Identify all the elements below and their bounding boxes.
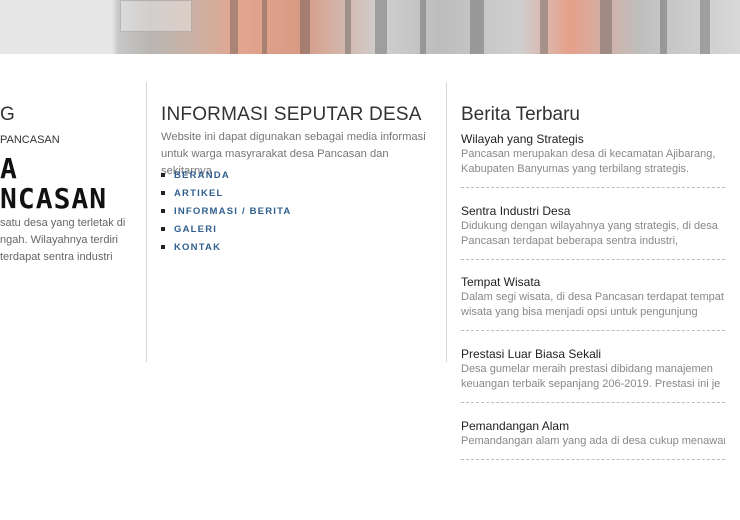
- banner-post: [230, 0, 238, 54]
- left-column-title: G: [0, 104, 15, 125]
- latest-news-title: Berita Terbaru: [461, 104, 580, 125]
- news-excerpt-line: Pemandangan alam yang ada di desa cukup …: [461, 435, 725, 447]
- nav-item-artikel: ARTIKEL: [161, 184, 291, 202]
- news-excerpt: Desa gumelar meraih prestasi dibidang ma…: [461, 362, 725, 392]
- news-item: Pemandangan Alam Pemandangan alam yang a…: [461, 418, 725, 460]
- news-item: Sentra Industri Desa Didukung dengan wil…: [461, 203, 725, 260]
- bullet-icon: [161, 227, 165, 231]
- news-excerpt-line: Pancasan terdapat beberapa sentra indust…: [461, 235, 679, 247]
- nav-link-beranda[interactable]: BERANDA: [174, 170, 230, 181]
- left-text-line: ngah. Wilayahnya terdiri: [0, 234, 119, 246]
- village-name-line2: NCASAN: [0, 182, 108, 215]
- news-separator: [461, 187, 725, 188]
- news-title[interactable]: Prestasi Luar Biasa Sekali: [461, 346, 725, 362]
- column-divider: [446, 82, 447, 362]
- news-title[interactable]: Sentra Industri Desa: [461, 203, 725, 219]
- info-section-title: INFORMASI SEPUTAR DESA: [161, 104, 422, 125]
- left-text-line: satu desa yang terletak di: [0, 217, 126, 229]
- banner-post: [262, 0, 267, 54]
- news-title[interactable]: Tempat Wisata: [461, 274, 725, 290]
- news-excerpt: Didukung dengan wilayahnya yang strategi…: [461, 219, 725, 249]
- nav-link-galeri[interactable]: GALERI: [174, 224, 217, 235]
- news-excerpt-line: wisata yang bisa menjadi opsi untuk peng…: [461, 306, 698, 318]
- banner-post: [660, 0, 667, 54]
- header-banner-image: [0, 0, 740, 54]
- village-name-line1: A: [0, 152, 18, 185]
- news-excerpt: Pancasan merupakan desa di kecamatan Aji…: [461, 147, 725, 177]
- news-item: Prestasi Luar Biasa Sekali Desa gumelar …: [461, 346, 725, 403]
- banner-post: [345, 0, 351, 54]
- nav-item-beranda: BERANDA: [161, 166, 291, 184]
- nav-item-kontak: KONTAK: [161, 238, 291, 256]
- news-excerpt: Dalam segi wisata, di desa Pancasan terd…: [461, 290, 725, 320]
- news-excerpt: Pemandangan alam yang ada di desa cukup …: [461, 434, 725, 449]
- banner-post: [470, 0, 484, 54]
- news-item: Tempat Wisata Dalam segi wisata, di desa…: [461, 274, 725, 331]
- bullet-icon: [161, 173, 165, 177]
- bullet-icon: [161, 245, 165, 249]
- news-excerpt-line: Pancasan merupakan desa di kecamatan Aji…: [461, 148, 716, 160]
- bullet-icon: [161, 209, 165, 213]
- bullet-icon: [161, 191, 165, 195]
- news-excerpt-line: Dalam segi wisata, di desa Pancasan terd…: [461, 291, 724, 303]
- left-column-text: satu desa yang terletak di ngah. Wilayah…: [0, 215, 140, 266]
- nav-item-informasi-berita: INFORMASI / BERITA: [161, 202, 291, 220]
- news-excerpt-line: Desa gumelar meraih prestasi dibidang ma…: [461, 363, 713, 375]
- news-excerpt-line: Didukung dengan wilayahnya yang strategi…: [461, 220, 718, 232]
- column-divider: [146, 82, 147, 362]
- left-column-subtitle: PANCASAN: [0, 134, 60, 146]
- news-excerpt-line: keuangan terbaik sepanjang 206-2019. Pre…: [461, 378, 721, 390]
- news-excerpt-line: Kabupaten Banyumas yang terbilang strate…: [461, 163, 690, 175]
- news-separator: [461, 330, 725, 331]
- news-separator: [461, 402, 725, 403]
- news-separator: [461, 459, 725, 460]
- news-item: Wilayah yang Strategis Pancasan merupaka…: [461, 131, 725, 188]
- nav-link-kontak[interactable]: KONTAK: [174, 242, 221, 253]
- news-separator: [461, 259, 725, 260]
- banner-post: [375, 0, 387, 54]
- banner-post: [700, 0, 710, 54]
- banner-post: [540, 0, 548, 54]
- news-title[interactable]: Pemandangan Alam: [461, 418, 725, 434]
- banner-post: [300, 0, 310, 54]
- left-text-line: terdapat sentra industri: [0, 251, 113, 263]
- nav-link-informasi-berita[interactable]: INFORMASI / BERITA: [174, 206, 291, 217]
- banner-window: [120, 0, 192, 32]
- banner-post: [600, 0, 612, 54]
- news-title[interactable]: Wilayah yang Strategis: [461, 131, 725, 147]
- banner-post: [420, 0, 426, 54]
- footer-nav-menu: BERANDA ARTIKEL INFORMASI / BERITA GALER…: [161, 166, 291, 256]
- nav-item-galeri: GALERI: [161, 220, 291, 238]
- nav-link-artikel[interactable]: ARTIKEL: [174, 188, 224, 199]
